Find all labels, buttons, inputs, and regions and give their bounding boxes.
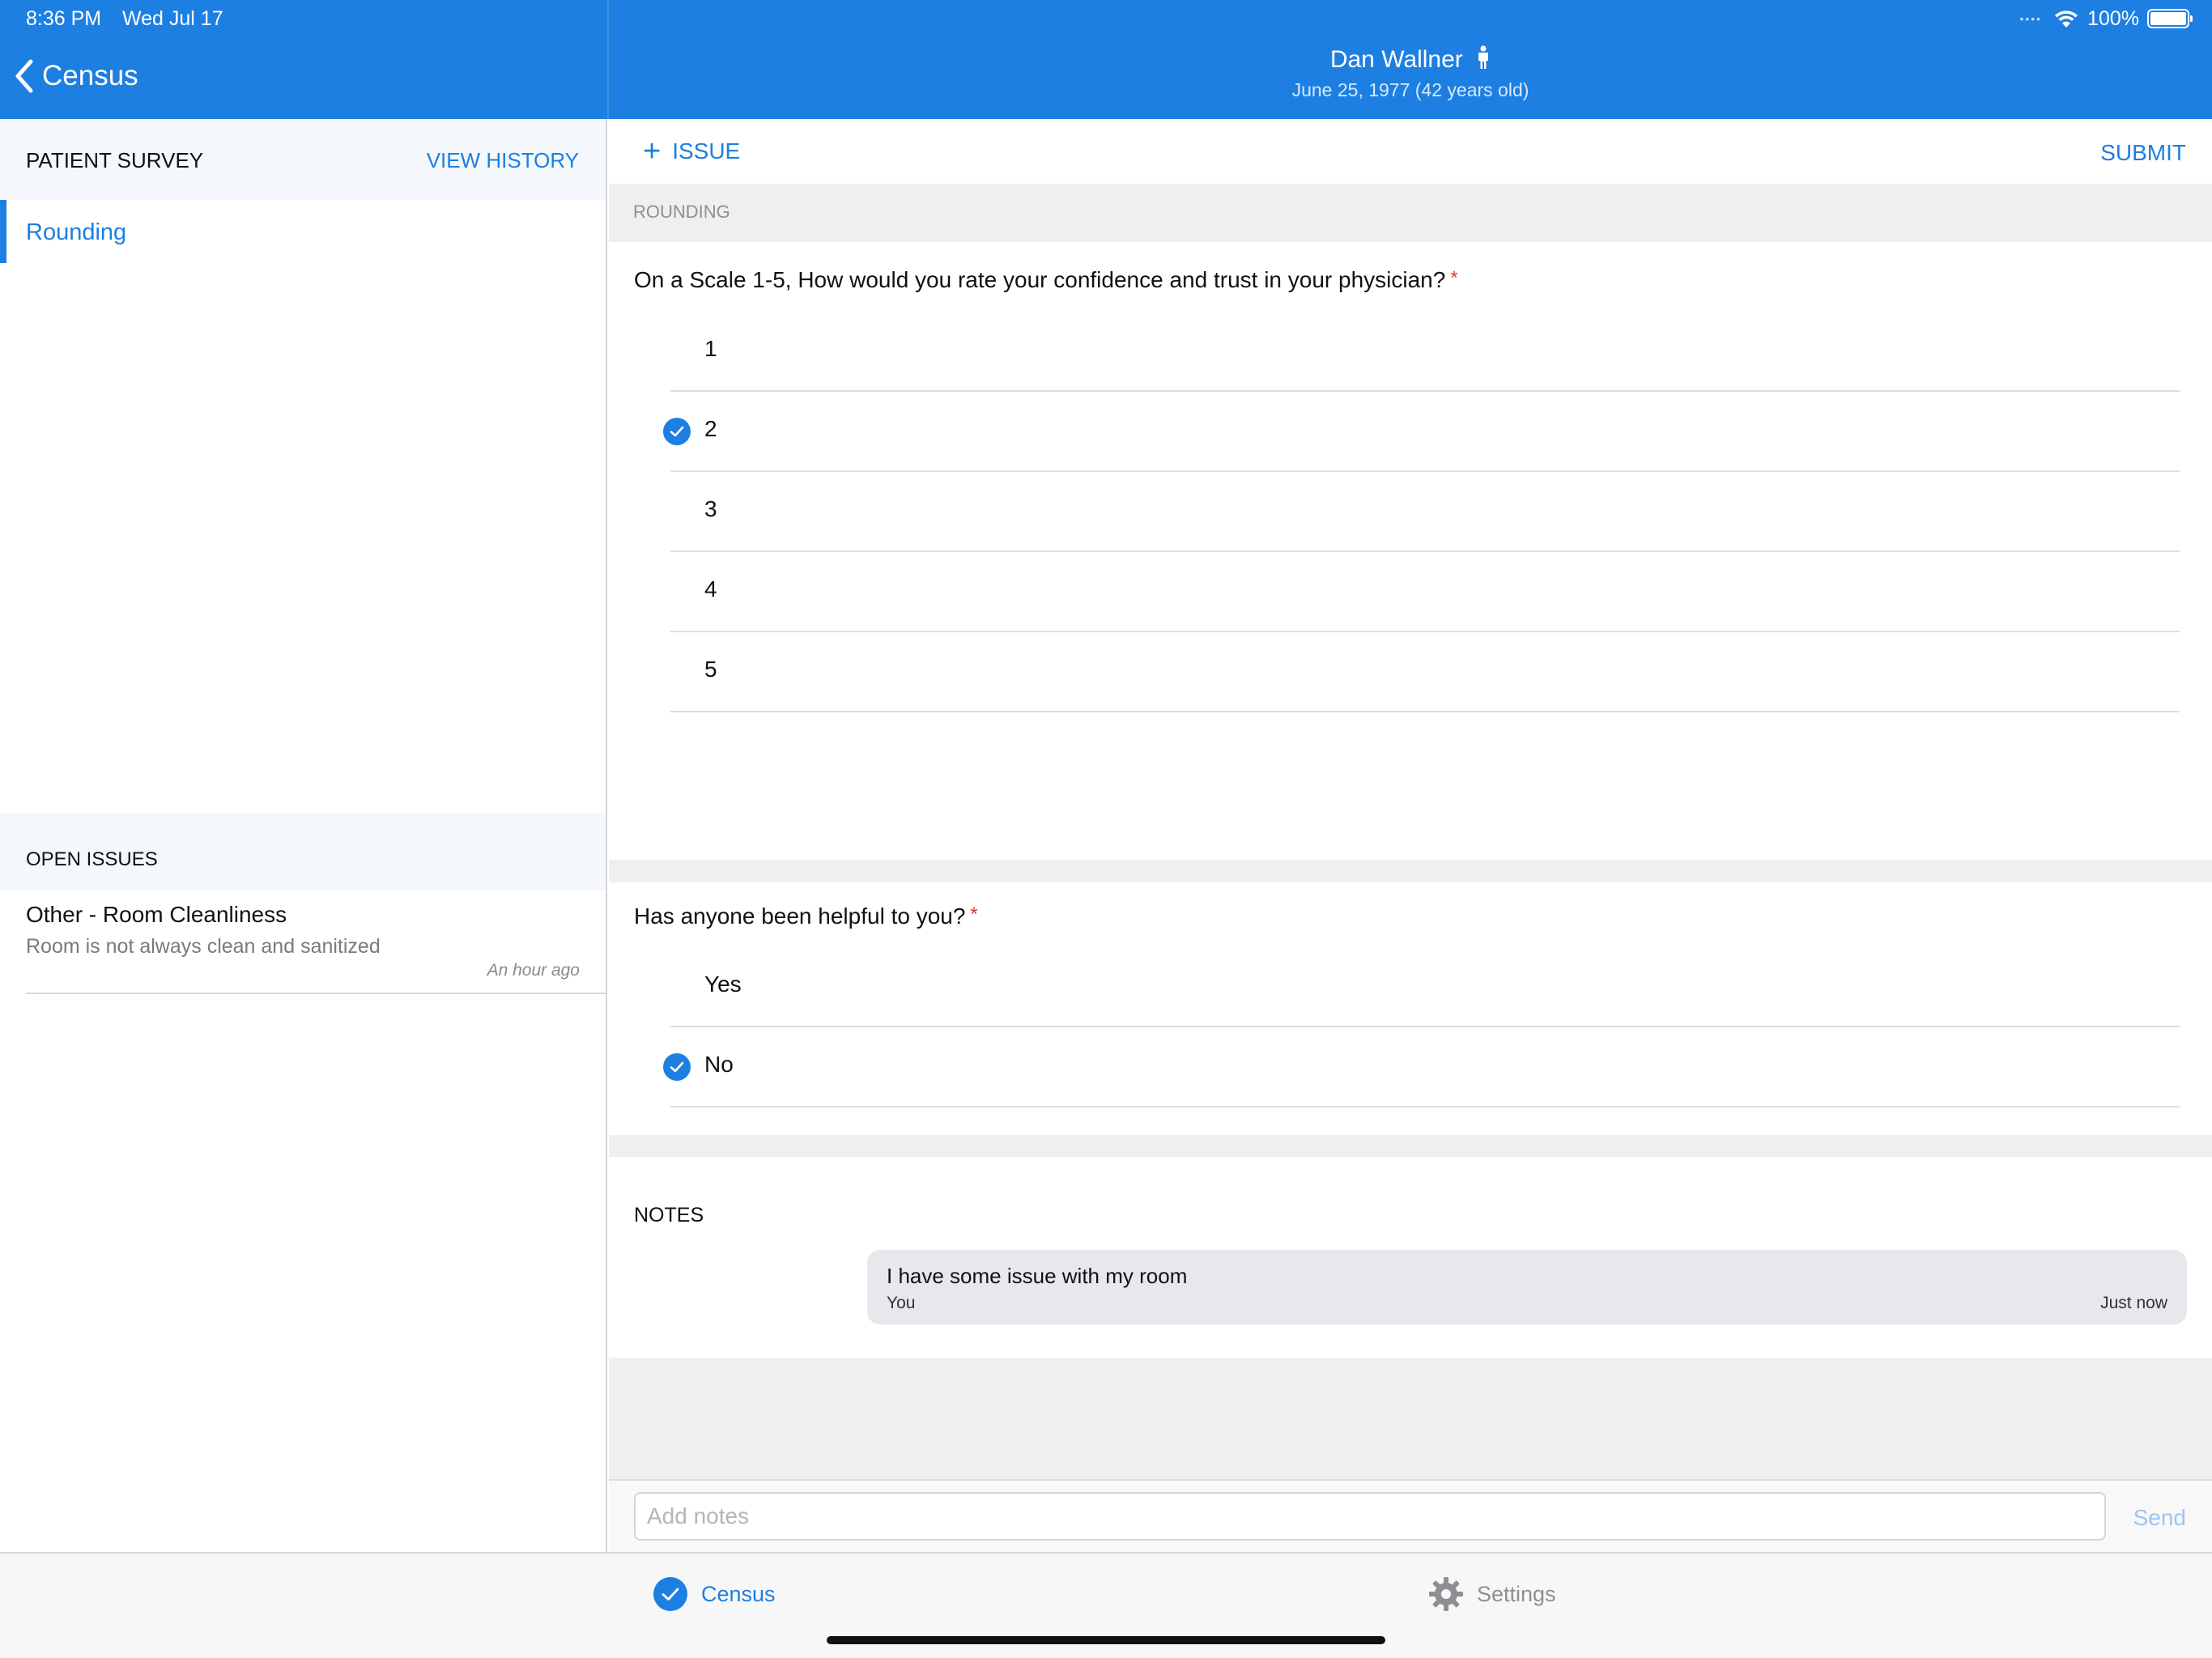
patient-dob: June 25, 1977 (42 years old) xyxy=(1291,79,1529,100)
question-label: On a Scale 1-5, How would you rate your … xyxy=(634,267,1446,292)
chevron-left-icon xyxy=(15,59,33,93)
option-yes[interactable]: Yes xyxy=(670,947,2180,1027)
add-issue-label: ISSUE xyxy=(672,138,741,164)
battery-icon xyxy=(2147,9,2193,28)
note-author: You xyxy=(887,1294,916,1312)
add-notes-input[interactable] xyxy=(634,1492,2106,1541)
open-issues-header: OPEN ISSUES xyxy=(0,813,606,891)
question-text: Has anyone been helpful to you? * xyxy=(634,903,978,929)
option-no[interactable]: No xyxy=(663,1027,2180,1107)
question-card: On a Scale 1-5, How would you rate your … xyxy=(609,242,2212,860)
option-4[interactable]: 4 xyxy=(670,552,2180,632)
home-indicator xyxy=(827,1636,1385,1644)
back-button[interactable]: Census xyxy=(13,58,138,94)
survey-header: PATIENT SURVEY VIEW HISTORY xyxy=(0,119,606,200)
option-label: No xyxy=(704,1052,734,1077)
notes-input-bar: Send xyxy=(609,1479,2212,1552)
issue-description: Room is not always clean and sanitized xyxy=(26,935,381,958)
checkmark-icon xyxy=(663,1053,691,1081)
question-text: On a Scale 1-5, How would you rate your … xyxy=(634,267,1458,293)
notes-card: NOTES I have some issue with my room You… xyxy=(609,1157,2212,1358)
option-label: Yes xyxy=(704,971,742,997)
submit-button[interactable]: SUBMIT xyxy=(2100,140,2186,166)
option-3[interactable]: 3 xyxy=(670,472,2180,552)
survey-toolbar: + ISSUE SUBMIT xyxy=(609,119,2212,184)
view-history-button[interactable]: VIEW HISTORY xyxy=(427,148,579,173)
option-label: 4 xyxy=(704,576,717,602)
option-label: 5 xyxy=(704,657,717,682)
battery-percent: 100% xyxy=(2087,6,2139,30)
divider xyxy=(26,993,606,994)
sidebar-item-rounding[interactable]: Rounding xyxy=(0,200,606,263)
open-issues-title: OPEN ISSUES xyxy=(26,848,158,870)
note-time: Just now xyxy=(2100,1294,2167,1312)
checkmark-icon xyxy=(663,418,691,445)
question-card: Has anyone been helpful to you? * Yes No xyxy=(609,882,2212,1135)
option-label: 1 xyxy=(704,336,717,361)
notes-title: NOTES xyxy=(634,1204,704,1226)
tab-bar: Census Settings xyxy=(0,1552,2212,1658)
plus-icon: + xyxy=(643,134,661,168)
option-5[interactable]: 5 xyxy=(670,632,2180,712)
patient-name: Dan Wallner xyxy=(609,45,2212,74)
tab-census[interactable]: Census xyxy=(653,1576,776,1612)
cellular-signal-icon: •••• xyxy=(2019,12,2043,25)
sidebar: PATIENT SURVEY VIEW HISTORY Rounding OPE… xyxy=(0,119,607,1552)
required-marker: * xyxy=(970,903,978,925)
option-label: 2 xyxy=(704,416,717,441)
top-bar: 8:36 PM Wed Jul 17 •••• 100% Census Dan … xyxy=(0,0,2212,119)
status-indicators: •••• 100% xyxy=(2019,6,2193,31)
wifi-icon xyxy=(2055,11,2078,28)
status-date: Wed Jul 17 xyxy=(122,7,223,30)
survey-pane: + ISSUE SUBMIT ROUNDING On a Scale 1-5, … xyxy=(609,119,2212,1552)
selection-indicator xyxy=(0,200,6,263)
option-label: 3 xyxy=(704,496,717,521)
send-button[interactable]: Send xyxy=(2133,1505,2186,1531)
back-label: Census xyxy=(42,60,138,91)
add-issue-button[interactable]: + ISSUE xyxy=(643,134,741,168)
issue-time: An hour ago xyxy=(487,961,580,980)
status-time: 8:36 PM xyxy=(26,7,102,30)
issue-title: Other - Room Cleanliness xyxy=(26,902,287,927)
option-1[interactable]: 1 xyxy=(670,312,2180,392)
male-person-icon xyxy=(1478,45,1489,69)
issue-list-item[interactable]: Other - Room Cleanliness Room is not alw… xyxy=(0,891,606,994)
section-label: ROUNDING xyxy=(633,202,730,222)
tab-settings[interactable]: Settings xyxy=(1428,1576,1556,1612)
required-marker: * xyxy=(1450,267,1458,289)
tab-label: Census xyxy=(701,1581,776,1606)
tab-label: Settings xyxy=(1477,1581,1556,1606)
note-bubble: I have some issue with my room You Just … xyxy=(867,1250,2187,1324)
sidebar-item-label: Rounding xyxy=(26,219,127,245)
note-text: I have some issue with my room xyxy=(887,1264,1188,1288)
survey-title: PATIENT SURVEY xyxy=(26,148,204,172)
patient-name-text: Dan Wallner xyxy=(1329,46,1463,73)
checkmark-circle-icon xyxy=(653,1577,687,1611)
question-label: Has anyone been helpful to you? xyxy=(634,903,966,929)
gear-icon xyxy=(1429,1577,1463,1611)
option-2[interactable]: 2 xyxy=(663,392,2180,472)
